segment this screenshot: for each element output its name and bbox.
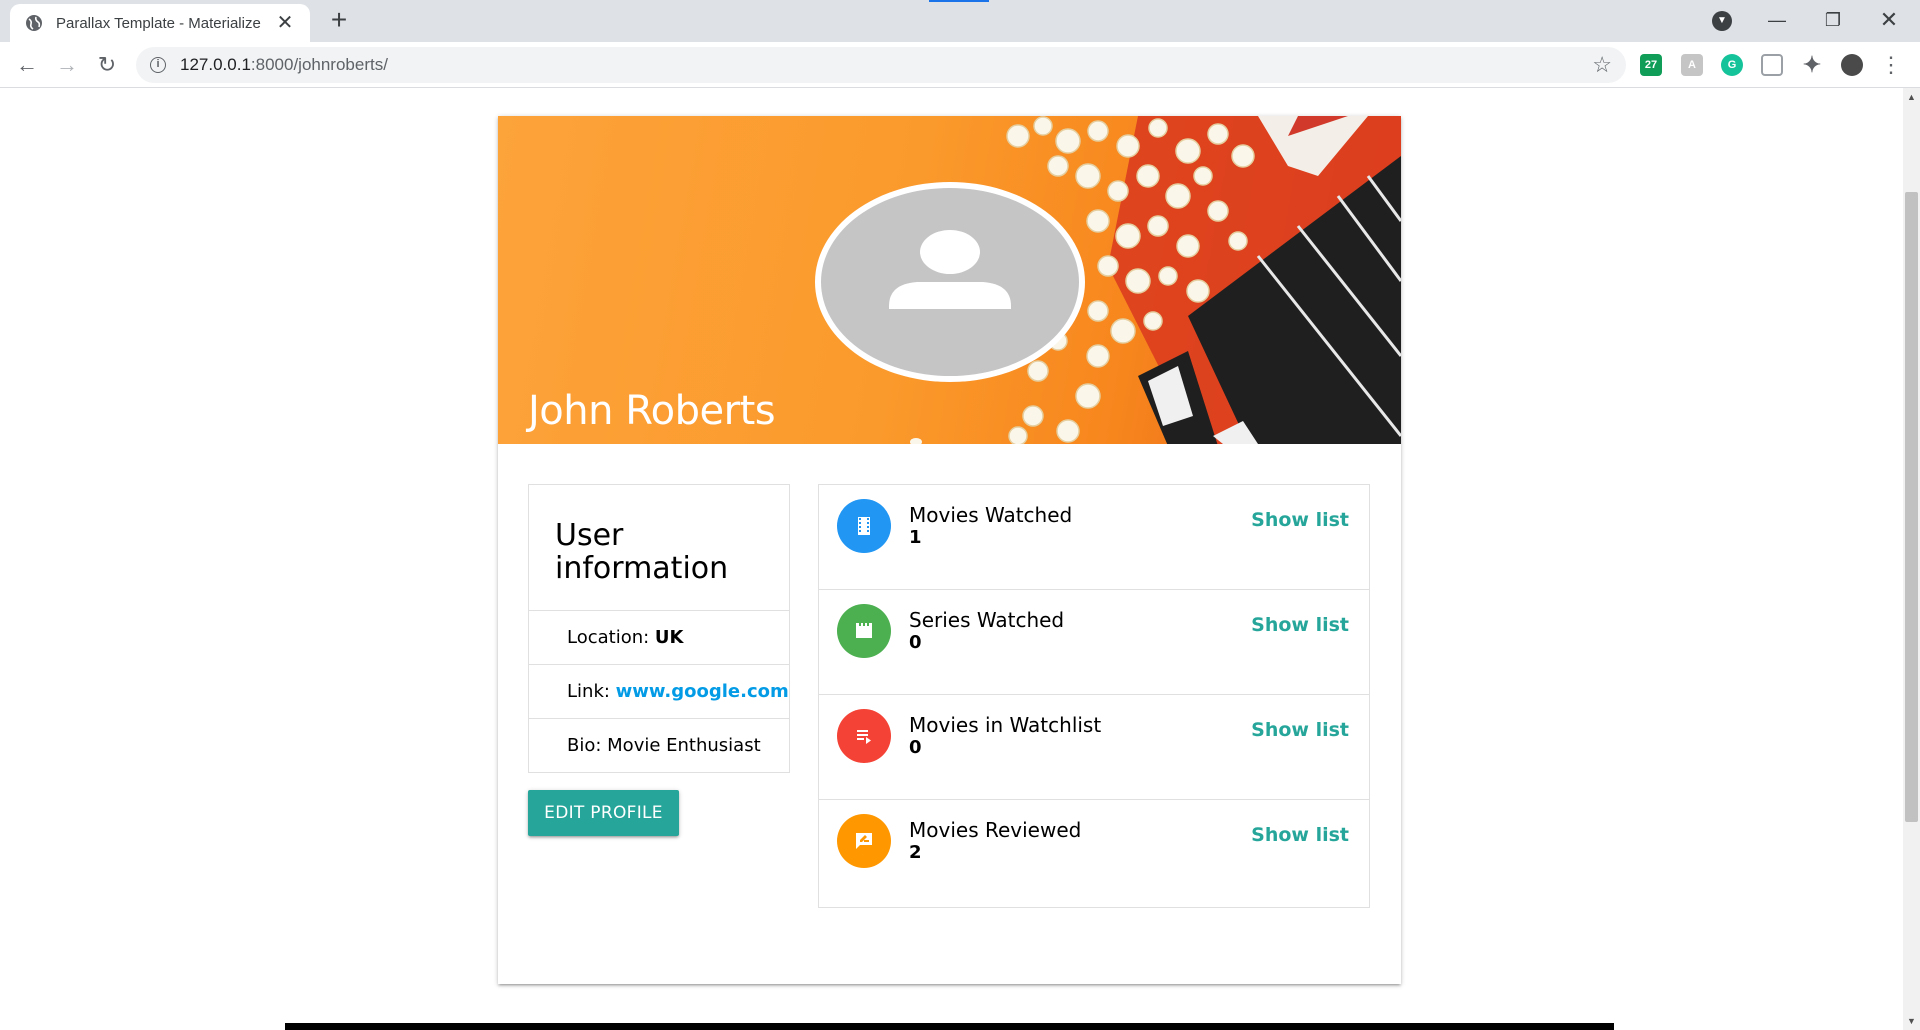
stat-title: Movies Reviewed	[909, 818, 1082, 842]
stat-count: 1	[909, 527, 922, 548]
globe-icon	[26, 15, 42, 31]
extension-calendar-icon[interactable]: 27	[1640, 54, 1662, 76]
extensions-puzzle-icon[interactable]: ✦	[1801, 54, 1823, 76]
window-close-button[interactable]: ✕	[1866, 4, 1912, 36]
show-list-link-series-watched[interactable]: Show list	[1251, 614, 1349, 636]
extension-grammarly-icon[interactable]: G	[1721, 54, 1743, 76]
person-icon	[889, 230, 1011, 309]
avatar	[815, 182, 1085, 382]
url-host: 127.0.0.1	[180, 55, 251, 74]
extension-copy-icon[interactable]	[1761, 54, 1783, 76]
list-item-series-watched: Series Watched 0 Show list	[819, 590, 1369, 695]
stat-title: Series Watched	[909, 608, 1065, 632]
stat-count: 0	[909, 632, 922, 653]
page-viewport: John Roberts User information Location: …	[0, 88, 1920, 1030]
reload-icon[interactable]: ↻	[92, 50, 122, 80]
list-item-movies-in-watchlist: Movies in Watchlist 0 Show list	[819, 695, 1369, 800]
playlist-play-icon	[837, 709, 891, 763]
tab-strip-indicator	[929, 0, 989, 2]
browser-menu-icon[interactable]: ⋮	[1880, 54, 1902, 76]
site-info-icon[interactable]: i	[150, 57, 166, 73]
profile-avatar-icon[interactable]	[1841, 54, 1863, 76]
location-label: Location:	[567, 627, 655, 648]
scrollbar-thumb[interactable]	[1905, 192, 1918, 822]
show-list-link-watchlist[interactable]: Show list	[1251, 719, 1349, 741]
browser-tab[interactable]: Parallax Template - Materialize ✕	[10, 4, 310, 42]
list-item-movies-watched: Movies Watched 1 Show list	[819, 485, 1369, 590]
tab-search-icon[interactable]: ▼	[1712, 11, 1732, 31]
browser-tab-bar: Parallax Template - Materialize ✕ + ▼ — …	[0, 0, 1920, 42]
scroll-down-arrow-icon[interactable]: ▼	[1907, 1016, 1916, 1026]
stat-title: Movies Watched	[909, 503, 1073, 527]
user-info-panel: User information Location: UK Link: www.…	[528, 484, 790, 773]
tab-close-icon[interactable]: ✕	[274, 12, 296, 34]
stat-title: Movies in Watchlist	[909, 713, 1102, 737]
show-list-link-movies-reviewed[interactable]: Show list	[1251, 824, 1349, 846]
stat-count: 0	[909, 737, 922, 758]
website-link[interactable]: www.google.com	[616, 681, 789, 702]
tab-title: Parallax Template - Materialize	[56, 14, 261, 32]
location-row: Location: UK	[529, 611, 789, 665]
show-list-link-movies-watched[interactable]: Show list	[1251, 509, 1349, 531]
location-value: UK	[654, 627, 684, 648]
forward-arrow-icon[interactable]: →	[52, 50, 82, 80]
bookmark-star-icon[interactable]: ☆	[1592, 52, 1612, 78]
profile-card: John Roberts User information Location: …	[498, 116, 1401, 984]
profile-banner: John Roberts	[498, 116, 1401, 444]
scroll-up-arrow-icon[interactable]: ▲	[1907, 92, 1916, 102]
stats-list: Movies Watched 1 Show list Series Watche…	[818, 484, 1370, 908]
profile-name: John Roberts	[528, 388, 776, 434]
window-restore-button[interactable]: ❐	[1810, 4, 1856, 36]
stat-count: 2	[909, 842, 922, 863]
url-path: :8000/johnroberts/	[250, 55, 388, 74]
edit-profile-button[interactable]: EDIT PROFILE	[528, 790, 679, 836]
list-item-movies-reviewed: Movies Reviewed 2 Show list	[819, 800, 1369, 907]
rate-review-icon	[837, 814, 891, 868]
new-tab-button[interactable]: +	[324, 6, 354, 36]
bio-row: Bio: Movie Enthusiast	[567, 735, 761, 756]
footer-bar	[285, 1023, 1614, 1030]
link-label: Link:	[567, 681, 616, 702]
address-bar[interactable]: i 127.0.0.1:8000/johnroberts/ ☆	[136, 47, 1626, 83]
window-minimize-button[interactable]: —	[1754, 4, 1800, 36]
browser-toolbar: ← → ↻ i 127.0.0.1:8000/johnroberts/ ☆ 27…	[0, 42, 1920, 88]
extension-translate-icon[interactable]: A	[1681, 54, 1703, 76]
page-scrollbar[interactable]: ▲ ▼	[1903, 88, 1920, 1030]
clapperboard-icon	[837, 604, 891, 658]
back-arrow-icon[interactable]: ←	[12, 50, 42, 80]
user-info-title: User information	[529, 485, 789, 611]
movie-film-icon	[837, 499, 891, 553]
link-row: Link: www.google.com	[529, 665, 789, 719]
